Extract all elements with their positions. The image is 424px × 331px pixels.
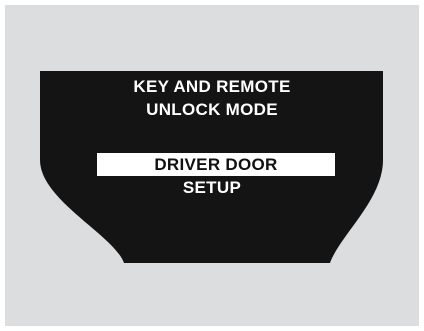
title-line-2: UNLOCK MODE <box>146 100 278 119</box>
menu-option-driver-door[interactable]: DRIVER DOOR <box>97 153 335 176</box>
menu-option-setup[interactable]: SETUP <box>0 178 424 198</box>
instrument-display: KEY AND REMOTE UNLOCK MODE DRIVER DOOR S… <box>0 0 424 331</box>
title-line-1: KEY AND REMOTE <box>133 77 291 96</box>
